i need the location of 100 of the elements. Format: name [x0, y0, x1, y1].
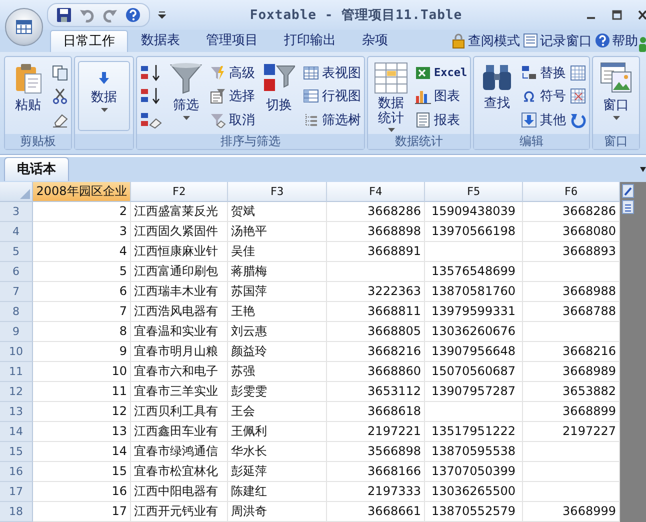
table-cell: 13907957287 — [425, 382, 523, 402]
table-cell: 宜春市六和电子 — [131, 362, 228, 382]
column-header[interactable]: F2 — [131, 182, 228, 202]
table-cell: 13979599331 — [425, 302, 523, 322]
ribbon-button[interactable]: 查找 — [477, 59, 518, 134]
ribbon-tab[interactable]: 数据表 — [128, 30, 193, 52]
ribbon-button[interactable]: 符号 — [521, 86, 566, 106]
ribbon-tab[interactable]: 打印输出 — [271, 30, 349, 52]
ribbon-button[interactable]: 其他 — [521, 110, 566, 130]
group-label: 数据统计 — [395, 134, 444, 148]
row-view-icon — [303, 88, 319, 104]
ribbon-tab[interactable]: 管理项目 — [193, 30, 271, 52]
grid-icon[interactable] — [570, 64, 586, 81]
table-cell: 宜春市明月山粮 — [131, 342, 228, 362]
sort-ascending-icon[interactable] — [140, 64, 162, 82]
grid-marked-icon[interactable] — [570, 88, 586, 104]
table-cell: 苏国萍 — [228, 282, 327, 302]
table-cell: 宜春市绿鸿通信 — [131, 442, 228, 462]
ribbon-button[interactable]: 报表 — [415, 110, 468, 130]
pencil-icon[interactable] — [622, 184, 634, 198]
row-number: 9 — [0, 322, 33, 342]
table-cell: 3668618 — [327, 402, 425, 422]
redo-icon[interactable] — [102, 7, 118, 23]
ribbon-button[interactable]: Excel — [415, 62, 468, 83]
table-cell: 3668216 — [327, 342, 425, 362]
down-arrow-icon — [96, 70, 112, 86]
row-number: 17 — [0, 482, 33, 502]
refresh-icon[interactable] — [570, 112, 586, 128]
table-cell: 王会 — [228, 402, 327, 422]
customize-caret-icon[interactable] — [158, 11, 166, 19]
row-number: 8 — [0, 302, 33, 322]
ribbon-tab[interactable]: 日常工作 — [50, 30, 128, 52]
column-header[interactable]: F3 — [228, 182, 327, 202]
ribbon-button[interactable]: 取消 — [210, 110, 255, 130]
row-number: 4 — [0, 222, 33, 242]
ribbon-button[interactable]: 选择 — [210, 86, 255, 106]
funnel-bolt-icon — [210, 64, 226, 81]
ribbon-button[interactable]: 粘贴 — [8, 59, 48, 134]
tree-icon — [303, 112, 319, 128]
table-cell: 11 — [33, 382, 131, 402]
table-cell: 3668805 — [327, 322, 425, 342]
table-cell: 13707050399 — [425, 462, 523, 482]
replace-icon — [521, 64, 538, 81]
ribbon-button[interactable]: 替换 — [521, 62, 566, 83]
table-cell: 王佩利 — [228, 422, 327, 442]
ribbon-button[interactable]: 筛选 — [166, 59, 206, 134]
table-cell: 汤艳平 — [228, 222, 327, 242]
caret-icon[interactable] — [640, 166, 646, 172]
ribbon-button[interactable]: 切换 — [259, 59, 299, 134]
ribbon-button[interactable]: 表视图 — [303, 62, 361, 83]
window-title: Foxtable - 管理项目11.Table — [248, 7, 464, 24]
ribbon-button[interactable]: 筛选树 — [303, 110, 361, 130]
clear-sort-icon[interactable] — [140, 111, 162, 130]
table-cell: 13517951222 — [425, 422, 523, 442]
ribbon-tab[interactable]: 杂项 — [349, 30, 401, 52]
funnel-list-icon — [210, 88, 226, 104]
copy-icon[interactable] — [52, 64, 68, 81]
maximize-icon[interactable] — [612, 10, 622, 20]
table-cell: 吴佳 — [228, 242, 327, 262]
table-cell: 江西浩风电器有 — [131, 302, 228, 322]
table-cell: 颜益玲 — [228, 342, 327, 362]
sort-descending-icon[interactable] — [140, 87, 162, 106]
toolbar-link[interactable]: 帮助 — [595, 32, 638, 50]
close-icon[interactable] — [638, 10, 646, 20]
column-header[interactable]: F6 — [523, 182, 620, 202]
binoculars-icon — [482, 62, 512, 92]
table-cell: 13870581760 — [425, 282, 523, 302]
list-icon[interactable] — [622, 200, 634, 214]
table-cell: 2197333 — [327, 482, 425, 502]
ribbon-button[interactable]: 行视图 — [303, 86, 361, 106]
column-header[interactable]: 2008年园区企业 — [33, 182, 131, 202]
undo-icon[interactable] — [79, 7, 95, 23]
ribbon-button[interactable]: 数据 — [78, 61, 130, 131]
clipboard-icon — [14, 62, 42, 94]
scissors-icon[interactable] — [52, 88, 68, 104]
group-label: 编辑 — [520, 134, 544, 148]
ribbon-button[interactable]: 窗口 — [596, 59, 636, 134]
ribbon-button[interactable]: 高级 — [210, 62, 255, 83]
table-cell: 江西贝利工具有 — [131, 402, 228, 422]
toolbar-link[interactable]: 记录窗口 — [523, 32, 592, 50]
users-icon — [638, 36, 646, 52]
spreadsheet-icon — [374, 62, 408, 94]
table-cell: 2 — [33, 202, 131, 222]
excel-icon — [415, 64, 431, 81]
document-tab[interactable]: 电话本 — [4, 157, 69, 181]
column-header[interactable]: F5 — [425, 182, 523, 202]
column-header[interactable]: F4 — [327, 182, 425, 202]
toolbar-link[interactable]: 查阅模式 — [451, 32, 520, 50]
table-cell: 华水长 — [228, 442, 327, 462]
app-menu-button[interactable] — [5, 8, 43, 46]
table-cell: 13970566198 — [425, 222, 523, 242]
table-cell: 江西固久紧固件 — [131, 222, 228, 242]
table-cell: 13907956648 — [425, 342, 523, 362]
ribbon-button[interactable]: 数据统计 — [371, 59, 411, 134]
help-icon[interactable] — [125, 7, 141, 23]
ribbon-button[interactable]: 图表 — [415, 86, 468, 106]
eraser-icon[interactable] — [52, 112, 68, 128]
bar-chart-icon — [415, 88, 431, 104]
table-cell: 彭雯雯 — [228, 382, 327, 402]
save-icon[interactable] — [56, 7, 72, 23]
